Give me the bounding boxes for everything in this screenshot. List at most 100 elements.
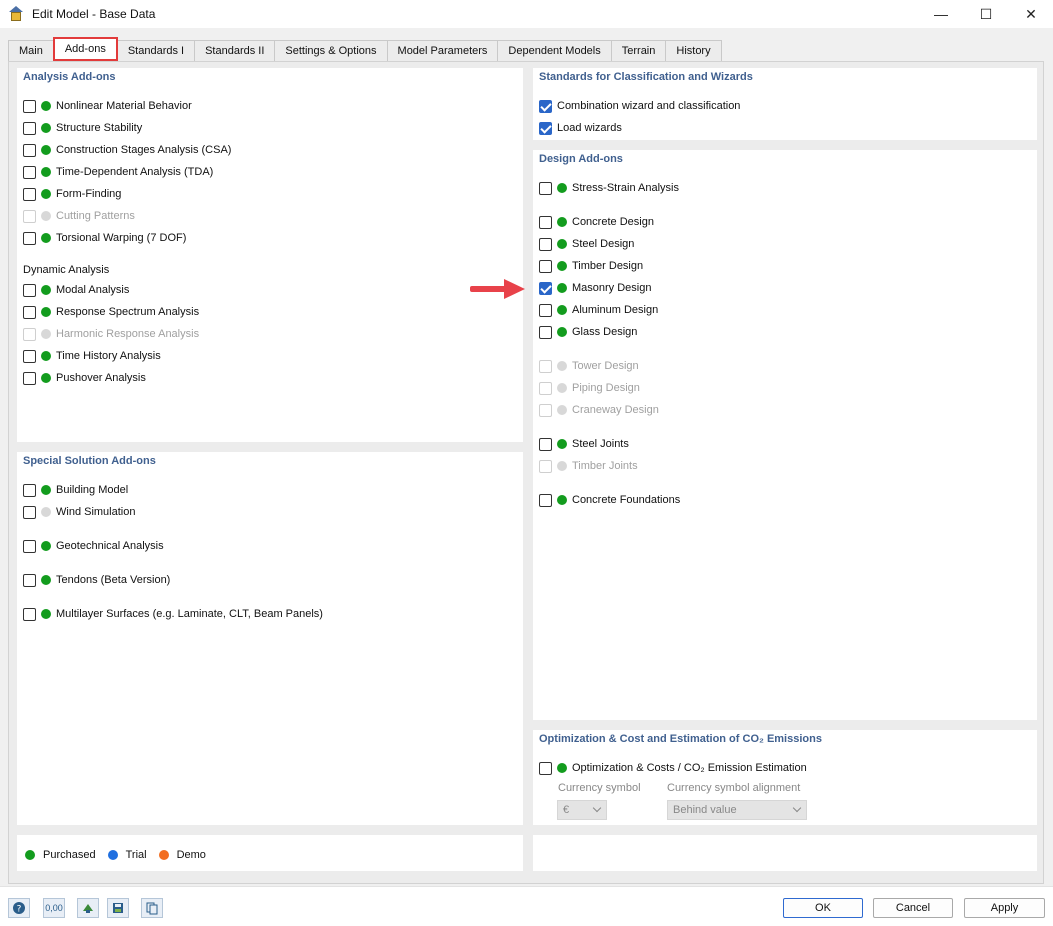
- currency-symbol-select: €: [557, 800, 607, 820]
- addon-optimization-costs[interactable]: Optimization & Costs / CO₂ Emission Esti…: [539, 760, 807, 776]
- standards-wizards-panel: Standards for Classification and Wizards…: [533, 68, 1037, 140]
- title-bar: Edit Model - Base Data — ☐ ✕: [0, 0, 1053, 28]
- addon-time-dependent[interactable]: Time-Dependent Analysis (TDA): [23, 164, 213, 180]
- checkbox[interactable]: [23, 573, 36, 587]
- minimize-button[interactable]: —: [918, 0, 964, 28]
- addon-geotechnical[interactable]: Geotechnical Analysis: [23, 538, 164, 554]
- checkbox[interactable]: [539, 259, 552, 273]
- status-dot-icon: [41, 575, 51, 585]
- tab-dependent-models[interactable]: Dependent Models: [497, 40, 612, 61]
- tab-content: Analysis Add-ons Nonlinear Material Beha…: [8, 61, 1044, 884]
- addon-building-model[interactable]: Building Model: [23, 482, 128, 498]
- tab-add-ons[interactable]: Add-ons: [52, 37, 118, 61]
- checkbox[interactable]: [23, 121, 36, 135]
- tab-main[interactable]: Main: [8, 40, 54, 61]
- addon-torsional-warping[interactable]: Torsional Warping (7 DOF): [23, 230, 186, 246]
- cancel-button[interactable]: Cancel: [873, 898, 953, 918]
- checkbox[interactable]: [23, 99, 36, 113]
- status-dot-icon: [41, 123, 51, 133]
- status-dot-icon: [41, 507, 51, 517]
- addon-masonry-design[interactable]: Masonry Design: [539, 280, 651, 296]
- addon-craneway-design: Craneway Design: [539, 402, 659, 418]
- addon-timber-design[interactable]: Timber Design: [539, 258, 643, 274]
- tab-model-parameters[interactable]: Model Parameters: [386, 40, 499, 61]
- tab-settings-options[interactable]: Settings & Options: [274, 40, 388, 61]
- addon-label: Cutting Patterns: [56, 210, 135, 222]
- status-dot-icon: [41, 285, 51, 295]
- checkbox[interactable]: [539, 281, 552, 295]
- checkbox[interactable]: [539, 303, 552, 317]
- checkbox[interactable]: [23, 539, 36, 553]
- addon-form-finding[interactable]: Form-Finding: [23, 186, 121, 202]
- currency-alignment-label: Currency symbol alignment: [667, 782, 801, 794]
- addon-pushover[interactable]: Pushover Analysis: [23, 370, 146, 386]
- checkbox[interactable]: [23, 505, 36, 519]
- addon-label: Timber Joints: [572, 460, 638, 472]
- status-dot-icon: [41, 609, 51, 619]
- addon-structure-stability[interactable]: Structure Stability: [23, 120, 142, 136]
- help-icon[interactable]: ?: [8, 898, 30, 918]
- addon-nonlinear-material[interactable]: Nonlinear Material Behavior: [23, 98, 192, 114]
- design-addons-title: Design Add-ons: [539, 153, 623, 165]
- addon-response-spectrum[interactable]: Response Spectrum Analysis: [23, 304, 199, 320]
- checkbox[interactable]: [539, 237, 552, 251]
- checkbox: [539, 459, 552, 473]
- close-button[interactable]: ✕: [1008, 0, 1053, 28]
- checkbox[interactable]: [539, 99, 552, 113]
- addon-construction-stages[interactable]: Construction Stages Analysis (CSA): [23, 142, 231, 158]
- tab-history[interactable]: History: [665, 40, 722, 61]
- addon-label: Multilayer Surfaces (e.g. Laminate, CLT,…: [56, 608, 323, 620]
- addon-steel-joints[interactable]: Steel Joints: [539, 436, 629, 452]
- checkbox[interactable]: [23, 165, 36, 179]
- addon-label: Craneway Design: [572, 404, 659, 416]
- checkbox[interactable]: [539, 325, 552, 339]
- addon-stress-strain[interactable]: Stress-Strain Analysis: [539, 180, 679, 196]
- addon-time-history[interactable]: Time History Analysis: [23, 348, 161, 364]
- special-addons-panel: Special Solution Add-ons Building Model …: [17, 452, 523, 825]
- option-load-wizards[interactable]: Load wizards: [539, 120, 622, 136]
- checkbox[interactable]: [23, 143, 36, 157]
- addon-concrete-design[interactable]: Concrete Design: [539, 214, 654, 230]
- addon-aluminum-design[interactable]: Aluminum Design: [539, 302, 658, 318]
- addon-tendons[interactable]: Tendons (Beta Version): [23, 572, 170, 588]
- tab-standards-ii[interactable]: Standards II: [194, 40, 276, 61]
- tab-terrain[interactable]: Terrain: [610, 40, 667, 61]
- maximize-button[interactable]: ☐: [963, 0, 1009, 28]
- checkbox[interactable]: [23, 231, 36, 245]
- addon-modal-analysis[interactable]: Modal Analysis: [23, 282, 129, 298]
- status-dot-icon: [557, 183, 567, 193]
- apply-button[interactable]: Apply: [964, 898, 1045, 918]
- model-icon[interactable]: [77, 898, 99, 918]
- checkbox[interactable]: [23, 607, 36, 621]
- tab-standards-i[interactable]: Standards I: [116, 40, 196, 61]
- checkbox[interactable]: [23, 187, 36, 201]
- checkbox[interactable]: [539, 437, 552, 451]
- checkbox[interactable]: [23, 483, 36, 497]
- status-dot-icon: [557, 217, 567, 227]
- checkbox[interactable]: [539, 493, 552, 507]
- save-template-icon[interactable]: [107, 898, 129, 918]
- checkbox[interactable]: [23, 371, 36, 385]
- ok-button[interactable]: OK: [783, 898, 863, 918]
- units-icon[interactable]: 0,00: [43, 898, 65, 918]
- empty-panel: [533, 835, 1037, 871]
- addon-glass-design[interactable]: Glass Design: [539, 324, 637, 340]
- addon-label: Stress-Strain Analysis: [572, 182, 679, 194]
- addon-concrete-foundations[interactable]: Concrete Foundations: [539, 492, 680, 508]
- checkbox[interactable]: [23, 283, 36, 297]
- checkbox[interactable]: [23, 305, 36, 319]
- checkbox[interactable]: [539, 761, 552, 775]
- addon-label: Steel Design: [572, 238, 635, 250]
- chevron-down-icon: [592, 803, 602, 813]
- checkbox[interactable]: [23, 349, 36, 363]
- checkbox[interactable]: [539, 121, 552, 135]
- addon-multilayer-surfaces[interactable]: Multilayer Surfaces (e.g. Laminate, CLT,…: [23, 606, 323, 622]
- option-label: Load wizards: [557, 122, 622, 134]
- checkbox[interactable]: [539, 215, 552, 229]
- addon-wind-simulation[interactable]: Wind Simulation: [23, 504, 135, 520]
- addon-steel-design[interactable]: Steel Design: [539, 236, 634, 252]
- addon-label: Nonlinear Material Behavior: [56, 100, 192, 112]
- copy-data-icon[interactable]: [141, 898, 163, 918]
- option-combination-wizard[interactable]: Combination wizard and classification: [539, 98, 740, 114]
- checkbox[interactable]: [539, 181, 552, 195]
